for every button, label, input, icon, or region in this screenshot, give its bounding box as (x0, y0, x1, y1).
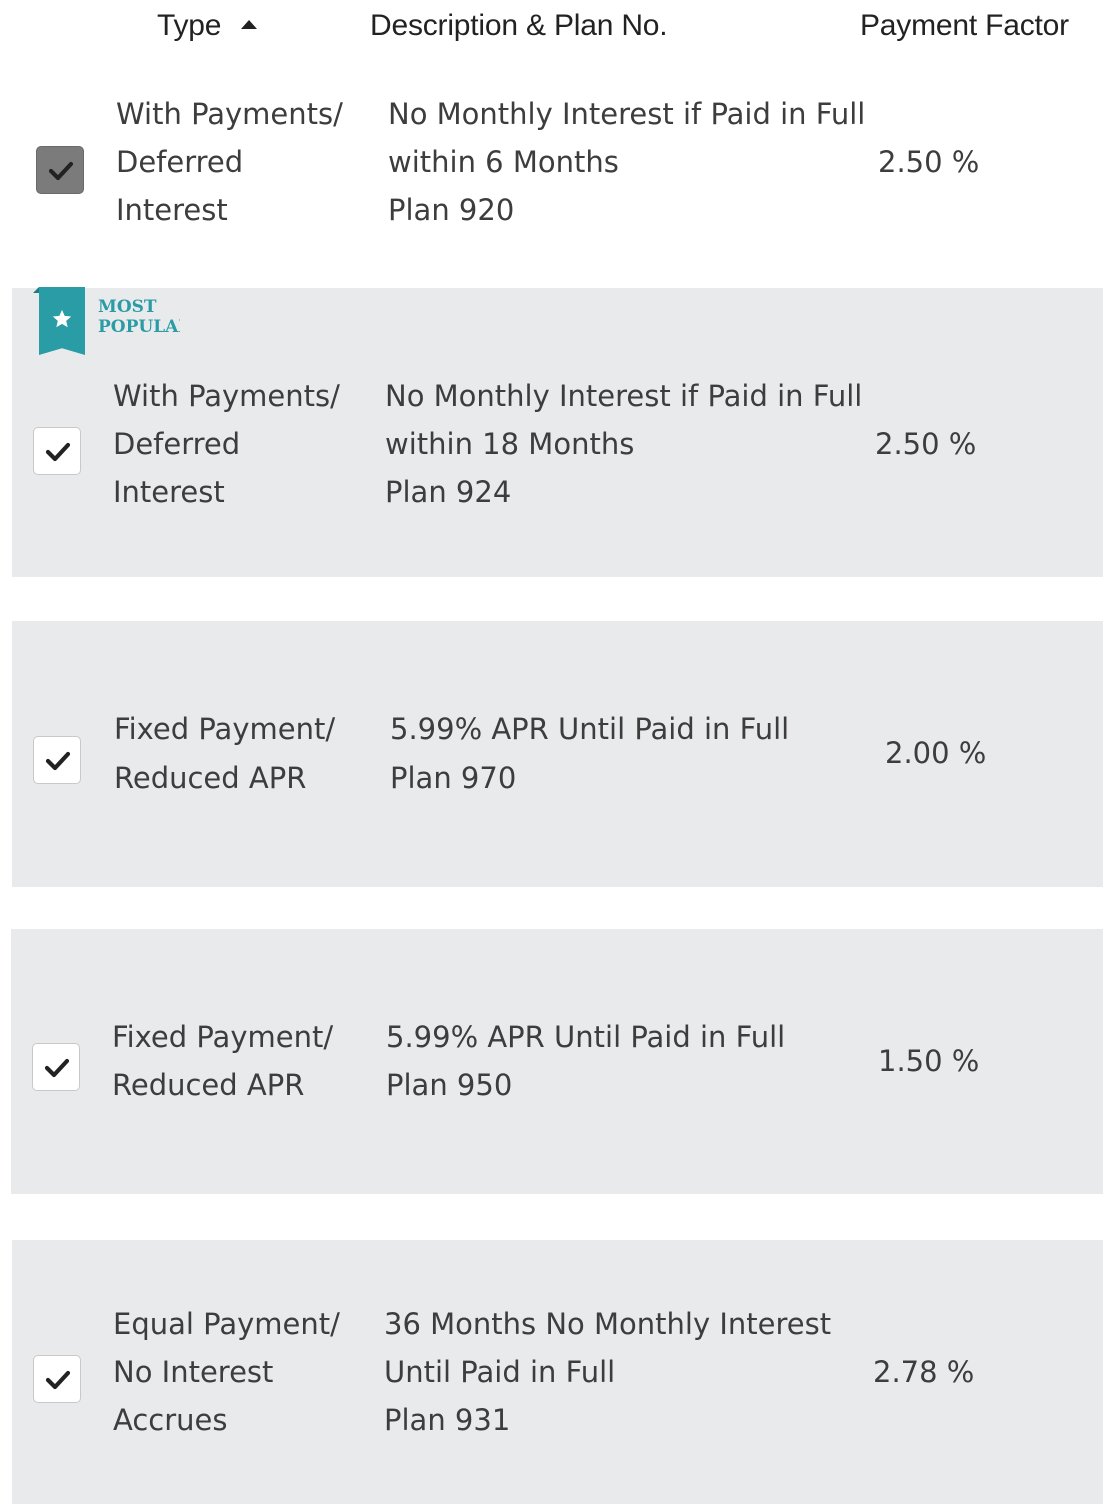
plan-type: Equal Payment/ No Interest Accrues (113, 1307, 340, 1437)
payment-factor: 2.00 % (885, 736, 987, 770)
checkmark-icon (44, 1058, 70, 1078)
plan-type: With Payments/ Deferred Interest (113, 379, 340, 509)
type-column-label: Type (157, 9, 222, 42)
checkmark-icon (45, 442, 71, 462)
checkmark-icon (45, 751, 71, 771)
checkmark-icon (48, 161, 74, 181)
payment-factor: 2.50 % (878, 145, 980, 179)
plan-924-checkbox[interactable] (33, 427, 81, 475)
table-row: Fixed Payment/ Reduced APR 5.99% APR Unt… (12, 621, 1103, 887)
ribbon-fold (33, 287, 39, 293)
payment-factor: 2.78 % (873, 1355, 975, 1389)
description-column-header[interactable]: Description & Plan No. (370, 9, 668, 43)
table-row: MOST POPULAR With Payments/ Deferred Int… (12, 287, 1103, 577)
plan-description: 5.99% APR Until Paid in Full Plan 970 (390, 712, 790, 795)
sort-ascending-icon[interactable] (241, 19, 258, 29)
plan-type: Fixed Payment/ Reduced APR (114, 712, 336, 795)
plan-970-checkbox[interactable] (33, 736, 81, 784)
star-ribbon-icon (39, 287, 85, 355)
table-row: Equal Payment/ No Interest Accrues 36 Mo… (12, 1240, 1103, 1504)
plan-description: 5.99% APR Until Paid in Full Plan 950 (386, 1020, 786, 1102)
table-header: Type Description & Plan No. Payment Fact… (0, 0, 1103, 60)
plan-931-checkbox[interactable] (33, 1355, 81, 1403)
plan-type: With Payments/ Deferred Interest (116, 97, 343, 227)
type-column-header[interactable]: Type (157, 9, 258, 43)
most-popular-badge: MOST POPULAR (0, 287, 180, 359)
most-popular-label: MOST POPULAR (98, 297, 180, 337)
table-row: With Payments/ Deferred Interest No Mont… (0, 60, 1103, 288)
plan-type: Fixed Payment/ Reduced APR (112, 1020, 334, 1102)
payment-factor: 1.50 % (878, 1044, 980, 1078)
plan-description: No Monthly Interest if Paid in Full with… (385, 379, 863, 509)
plan-description: No Monthly Interest if Paid in Full with… (388, 97, 866, 227)
table-row: Fixed Payment/ Reduced APR 5.99% APR Unt… (11, 929, 1103, 1194)
checkmark-icon (45, 1370, 71, 1390)
plan-description: 36 Months No Monthly Interest Until Paid… (384, 1307, 832, 1437)
plan-920-checkbox[interactable] (36, 146, 84, 194)
plan-950-checkbox[interactable] (32, 1043, 80, 1091)
payment-factor: 2.50 % (875, 427, 977, 461)
payment-factor-column-header[interactable]: Payment Factor (860, 9, 1069, 43)
star-icon (52, 309, 72, 328)
